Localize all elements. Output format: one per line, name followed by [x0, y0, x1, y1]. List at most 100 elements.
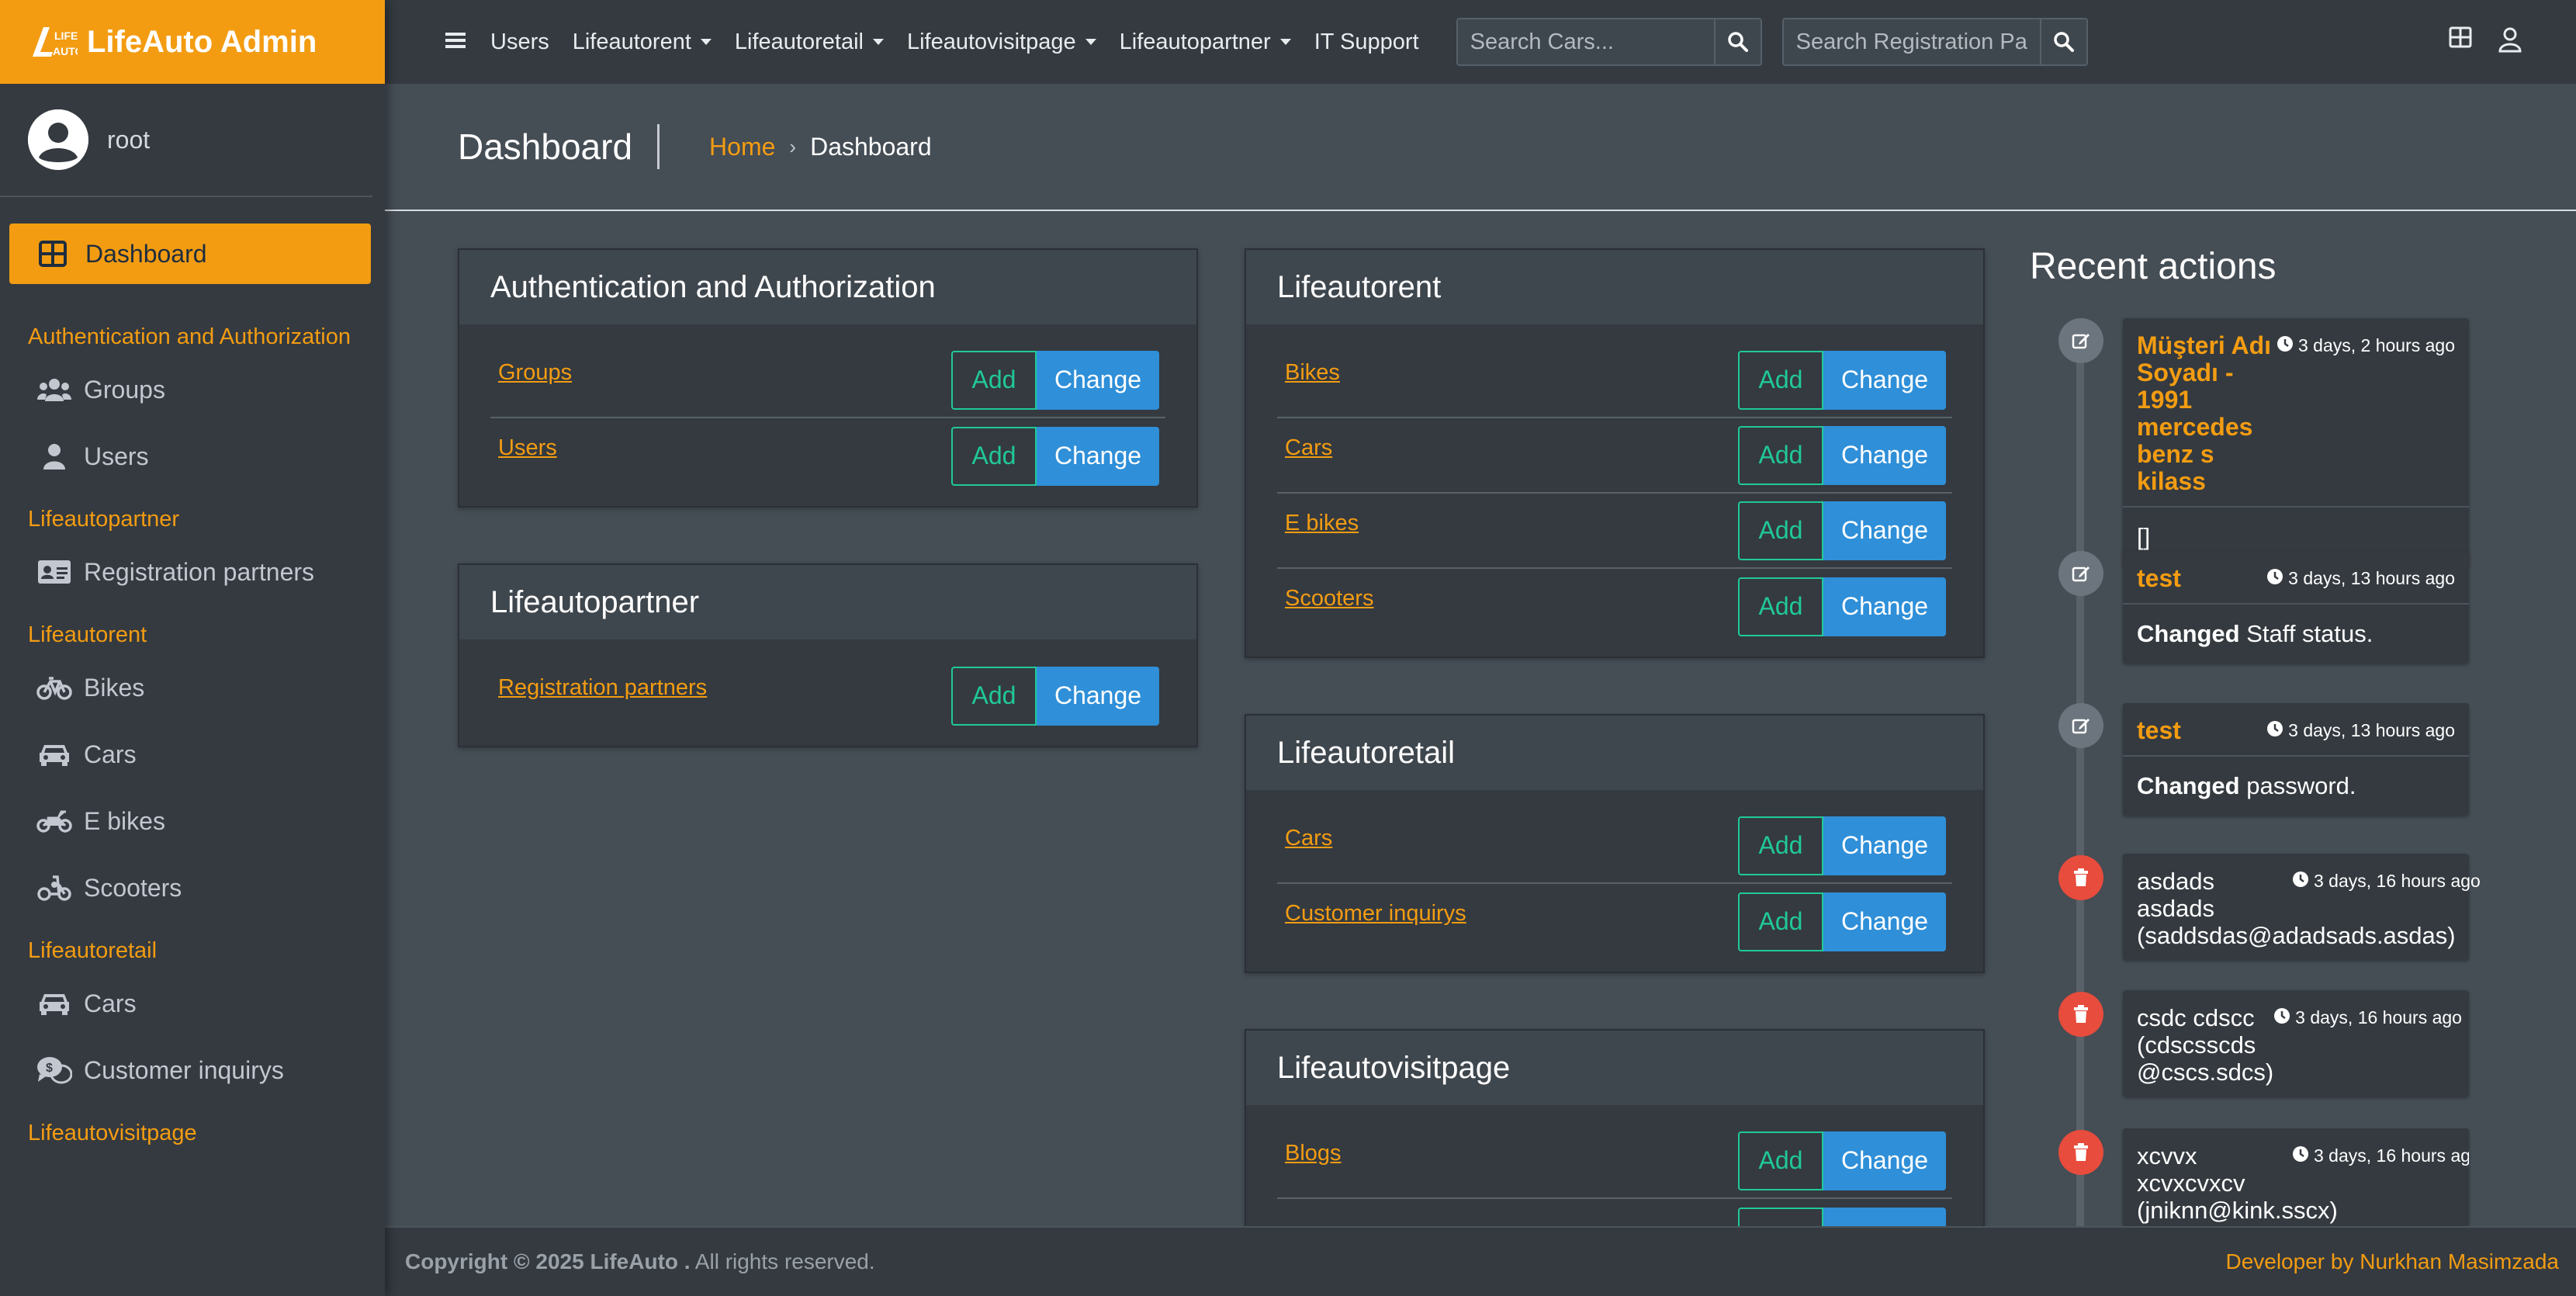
recent-action-object[interactable]: test: [2137, 717, 2181, 744]
car-icon: [36, 988, 73, 1019]
top-dropdown-lifeautorent[interactable]: Lifeautorent: [573, 29, 712, 55]
module-row: Registration partners Add Change: [490, 658, 1165, 733]
sidebar-item-dashboard[interactable]: Dashboard: [9, 224, 371, 284]
model-link-cars[interactable]: Cars: [1285, 826, 1332, 851]
breadcrumb-home-link[interactable]: Home: [709, 133, 775, 161]
add-button[interactable]: Add: [951, 350, 1037, 410]
sidebar-item-scooters[interactable]: Scooters: [0, 854, 385, 921]
footer-copyright-bold: Copyright © 2025 LifeAuto .: [405, 1249, 691, 1273]
sidebar: LIFE AUTO LifeAuto Admin root Dashboard A…: [0, 0, 385, 1296]
breadcrumb-current: Dashboard: [810, 132, 932, 161]
model-link-bikes[interactable]: Bikes: [1285, 360, 1340, 386]
comments-dollar-icon: $: [36, 1055, 73, 1086]
change-button[interactable]: Change: [1823, 816, 1946, 875]
top-link-label: Lifeautopartner: [1119, 29, 1271, 54]
module-row: Groups Add Change: [490, 343, 1165, 418]
sidebar-item-users[interactable]: Users: [0, 423, 385, 490]
module-row: E bikes Add Change: [1277, 494, 1952, 569]
recent-action-item[interactable]: test 3 days, 13 hours ago Changed passwor…: [2123, 703, 2469, 816]
search-registration-group: [1781, 18, 2088, 66]
users-icon: [36, 374, 73, 405]
grid-icon: [39, 240, 70, 268]
change-button[interactable]: Change: [1037, 426, 1159, 486]
change-button[interactable]: Change: [1823, 425, 1946, 485]
sidebar-item-registration-partners[interactable]: Registration partners: [0, 539, 385, 605]
recent-action-item[interactable]: test 3 days, 13 hours ago Changed Staff s…: [2123, 551, 2469, 664]
add-button[interactable]: Add: [1738, 350, 1823, 410]
change-button[interactable]: Change: [1823, 1131, 1946, 1190]
brand-logo: LIFE AUTO: [29, 23, 78, 61]
sidebar-item-retail-cars[interactable]: Cars: [0, 970, 385, 1037]
top-dropdown-lifeautopartner[interactable]: Lifeautopartner: [1120, 29, 1291, 55]
top-link-it-support[interactable]: IT Support: [1314, 29, 1419, 55]
model-link-cars[interactable]: Cars: [1285, 435, 1332, 461]
module-row: Scooters Add Change: [1277, 569, 1952, 644]
add-button[interactable]: Add: [1738, 501, 1823, 560]
grid-icon[interactable]: [2449, 26, 2472, 52]
add-button[interactable]: Add: [951, 666, 1037, 726]
car-icon: [36, 739, 73, 770]
sidebar-item-e-bikes[interactable]: E bikes: [0, 788, 385, 854]
add-button[interactable]: Add: [1738, 1131, 1823, 1190]
svg-text:AUTO: AUTO: [53, 45, 78, 57]
module-rent: Lifeautorent Bikes Add Change Cars Add Cha…: [1245, 248, 1985, 658]
search-registration-button[interactable]: [2039, 19, 2086, 64]
model-link-e-bikes[interactable]: E bikes: [1285, 511, 1359, 536]
model-link-groups[interactable]: Groups: [498, 360, 572, 386]
add-button[interactable]: Add: [1738, 425, 1823, 485]
sidebar-item-bikes[interactable]: Bikes: [0, 654, 385, 721]
add-button[interactable]: Add: [1738, 816, 1823, 875]
sidebar-item-customer-inquirys[interactable]: $ Customer inquirys: [0, 1037, 385, 1104]
sidebar-item-cars[interactable]: Cars: [0, 721, 385, 788]
top-dropdown-lifeautovisitpage[interactable]: Lifeautovisitpage: [907, 29, 1096, 55]
user-panel[interactable]: root: [0, 84, 372, 197]
sidebar-item-groups[interactable]: Groups: [0, 356, 385, 423]
module-title: Lifeautoretail: [1246, 716, 1983, 790]
change-button[interactable]: Change: [1037, 350, 1159, 410]
brand-link[interactable]: LIFE AUTO LifeAuto Admin: [0, 0, 385, 84]
module-auth: Authentication and Authorization Groups …: [458, 248, 1198, 508]
change-button[interactable]: Change: [1823, 577, 1946, 636]
add-button[interactable]: Add: [1738, 577, 1823, 636]
top-dropdown-lifeautoretail[interactable]: Lifeautoretail: [735, 29, 884, 55]
change-button[interactable]: Change: [1823, 501, 1946, 560]
change-button[interactable]: Change: [1037, 666, 1159, 726]
search-cars-button[interactable]: [1713, 19, 1761, 64]
change-button[interactable]: Change: [1823, 892, 1946, 951]
recent-action-item[interactable]: xcvvx xcvxcvxcv (jniknn@kink.sscx) 3 days…: [2123, 1128, 2469, 1226]
recent-action-object[interactable]: test: [2137, 565, 2181, 592]
recent-action-object[interactable]: Müşteri Adı Soyadı - 1991 mercedes benz …: [2137, 332, 2277, 495]
top-link-label: Lifeautoretail: [734, 29, 864, 54]
sidebar-section-partner: Lifeautopartner: [28, 507, 180, 532]
top-link-label: Lifeautovisitpage: [906, 29, 1076, 54]
model-link-blogs[interactable]: Blogs: [1285, 1141, 1342, 1166]
recent-action-item[interactable]: Müşteri Adı Soyadı - 1991 mercedes benz …: [2123, 318, 2469, 567]
add-button[interactable]: Add: [1738, 892, 1823, 951]
add-button[interactable]: Add: [951, 426, 1037, 486]
footer-copyright: Copyright © 2025 LifeAuto . All rights r…: [405, 1249, 875, 1274]
module-row: Cars Add Change: [1277, 809, 1952, 884]
model-link-customer-inquirys[interactable]: Customer inquirys: [1285, 901, 1466, 927]
top-link-users[interactable]: Users: [490, 29, 549, 55]
sidebar-item-label: Scooters: [84, 873, 182, 902]
recent-action-time: 3 days, 13 hours ago: [2288, 720, 2455, 740]
recent-action-desc: password.: [2239, 772, 2356, 799]
breadcrumb-separator-icon: ›: [789, 134, 797, 158]
edit-icon: [2058, 318, 2103, 363]
model-link-registration-partners[interactable]: Registration partners: [498, 675, 707, 701]
user-avatar-icon: [28, 109, 88, 170]
search-registration-input[interactable]: [1783, 19, 2040, 64]
recent-action-time: 3 days, 16 hours ago: [2314, 1145, 2469, 1166]
recent-action-verb: Changed: [2137, 620, 2240, 647]
model-link-users[interactable]: Users: [498, 435, 557, 461]
footer-developer-link[interactable]: Developer by Nurkhan Masimzada: [2225, 1249, 2559, 1274]
user-menu-icon[interactable]: [2498, 26, 2522, 57]
model-link-scooters[interactable]: Scooters: [1285, 586, 1373, 612]
recent-action-item[interactable]: csdc cdscc (cdscsscds @cscs.sdcs) 3 days,…: [2123, 990, 2469, 1097]
recent-actions-title: Recent actions: [2030, 246, 2277, 287]
change-button[interactable]: Change: [1823, 350, 1946, 410]
menu-toggle-icon[interactable]: [445, 32, 467, 53]
search-cars-input[interactable]: [1457, 19, 1714, 64]
recent-action-item[interactable]: asdads asdads (saddsdas@adadsads.asdas) 3…: [2123, 854, 2481, 960]
recent-action-time: 3 days, 13 hours ago: [2288, 568, 2455, 588]
